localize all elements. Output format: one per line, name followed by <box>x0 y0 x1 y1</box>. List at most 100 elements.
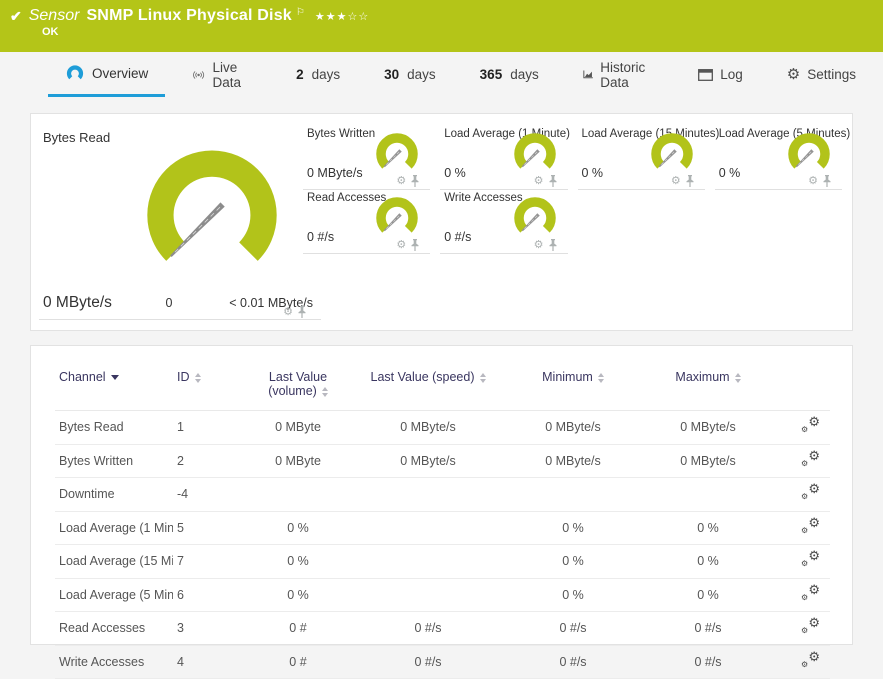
sort-icon <box>321 386 328 397</box>
minimum-value: 0 MByte/s <box>503 410 643 445</box>
minimum-value: 0 #/s <box>503 611 643 646</box>
sort-desc-icon <box>110 375 119 381</box>
column-header-minimum[interactable]: Minimum <box>503 364 643 411</box>
tab-settings[interactable]: ⚙ Settings <box>770 52 873 97</box>
gauge-cell[interactable]: Read Accesses 0 #/s ⚙ <box>303 190 431 254</box>
stars-filled: ★★★ <box>314 10 348 23</box>
channel-name: Load Average (5 Min... <box>55 578 173 612</box>
historic-chart-icon <box>583 70 593 79</box>
last-value-speed: 0 MByte/s <box>353 444 503 478</box>
priority-stars[interactable]: ★★★☆☆ <box>315 10 369 23</box>
pin-gauge-icon[interactable] <box>548 239 558 251</box>
channel-settings-gear-icon[interactable]: ⚙ <box>534 175 544 187</box>
column-header-last-value-speed[interactable]: Last Value (speed) <box>353 364 503 411</box>
small-gauge <box>788 133 830 169</box>
channel-row[interactable]: Read Accesses 3 0 # 0 #/s 0 #/s 0 #/s ⚙ ⚙ <box>55 611 830 646</box>
channel-row[interactable]: Bytes Read 1 0 MByte 0 MByte/s 0 MByte/s… <box>55 410 830 445</box>
last-value-speed: 0 #/s <box>353 611 503 646</box>
gauge-label: Bytes Read <box>43 130 111 145</box>
channel-settings-gear-icon[interactable]: ⚙ <box>534 239 544 251</box>
channel-id: 6 <box>173 578 243 612</box>
channel-row[interactable]: Load Average (5 Min... 6 0 % 0 % 0 % ⚙ ⚙ <box>55 578 830 612</box>
maximum-value: 0 #/s <box>643 611 773 646</box>
channel-settings-icon[interactable]: ⚙ ⚙ <box>801 583 820 602</box>
channel-row[interactable]: Write Accesses 4 0 # 0 #/s 0 #/s 0 #/s ⚙… <box>55 645 830 679</box>
channel-settings-gear-icon[interactable]: ⚙ <box>671 175 681 187</box>
status-badge: OK <box>42 26 59 38</box>
channel-settings-gear-icon[interactable]: ⚙ <box>808 175 818 187</box>
gauge-cell[interactable]: Load Average (5 Minutes) 0 % ⚙ <box>714 126 850 190</box>
channel-settings-gear-icon[interactable]: ⚙ <box>396 175 406 187</box>
column-header-tools <box>773 364 830 411</box>
tab-365-days[interactable]: 365 days <box>463 52 556 97</box>
column-header-id[interactable]: ID <box>173 364 243 411</box>
last-value-speed <box>353 578 503 612</box>
tab-historic-data[interactable]: Historic Data <box>566 52 672 97</box>
tab-30-days[interactable]: 30 days <box>367 52 453 97</box>
maximum-value: 0 #/s <box>643 645 773 679</box>
channel-row[interactable]: Load Average (15 Mi... 7 0 % 0 % 0 % ⚙ ⚙ <box>55 544 830 579</box>
channel-row[interactable]: Load Average (1 Min... 5 0 % 0 % 0 % ⚙ ⚙ <box>55 511 830 545</box>
last-value-volume: 0 MByte <box>243 410 353 445</box>
channel-settings-icon[interactable]: ⚙ ⚙ <box>801 415 820 434</box>
tab-live-data[interactable]: Live Data <box>175 52 269 97</box>
column-header-maximum[interactable]: Maximum <box>643 364 773 411</box>
minimum-value: 0 % <box>503 578 643 612</box>
pin-gauge-icon[interactable] <box>548 175 558 187</box>
last-value-speed <box>353 544 503 579</box>
gauge-cell[interactable]: Load Average (15 Minutes) 0 % ⚙ <box>577 126 719 190</box>
pin-gauge-icon[interactable] <box>410 175 420 187</box>
last-value-speed <box>353 511 503 545</box>
minimum-value <box>503 477 643 512</box>
channel-name: Downtime <box>55 477 173 512</box>
channel-settings-icon[interactable]: ⚙ ⚙ <box>801 650 820 669</box>
channel-settings-icon[interactable]: ⚙ ⚙ <box>801 516 820 535</box>
channel-settings-gear-icon[interactable]: ⚙ <box>396 239 406 251</box>
channel-row[interactable]: Bytes Written 2 0 MByte 0 MByte/s 0 MByt… <box>55 444 830 478</box>
gauge-scale-min: 0 <box>165 296 173 310</box>
gauge-value: 0 % <box>718 166 741 180</box>
last-value-volume: 0 % <box>243 578 353 612</box>
pin-gauge-icon[interactable] <box>410 239 420 251</box>
table-header-row: Channel ID Last Value (volume) Last Valu… <box>55 364 830 411</box>
column-header-last-value-volume[interactable]: Last Value (volume) <box>243 364 353 411</box>
small-gauge <box>513 197 556 233</box>
small-gauge <box>376 197 418 233</box>
last-value-volume: 0 # <box>243 611 353 646</box>
gauge-value: 0 % <box>581 166 604 180</box>
pin-gauge-icon[interactable] <box>822 175 832 187</box>
channel-name: Load Average (15 Mi... <box>55 544 173 579</box>
channel-name: Write Accesses <box>55 645 173 679</box>
tab-log[interactable]: Log <box>681 52 760 97</box>
gauge-cell[interactable]: Write Accesses 0 #/s ⚙ <box>440 190 568 254</box>
gauge-cell-bytes-read[interactable]: Bytes Read 0 < 0.01 MByte/s 0 MByte/s ⚙ <box>39 124 321 320</box>
pin-gauge-icon[interactable] <box>685 175 695 187</box>
channel-settings-icon[interactable]: ⚙ ⚙ <box>801 449 820 468</box>
channel-settings-icon[interactable]: ⚙ ⚙ <box>801 482 820 501</box>
sensor-status-bar: ✔ Sensor SNMP Linux Physical Disk ⚐ ★★★☆… <box>0 0 883 52</box>
last-value-speed: 0 #/s <box>353 645 503 679</box>
minimum-value: 0 % <box>503 544 643 579</box>
channel-settings-gear-icon[interactable]: ⚙ <box>283 306 293 318</box>
primary-gauge <box>147 150 277 261</box>
maximum-value: 0 % <box>643 544 773 579</box>
stars-empty: ☆☆ <box>347 10 370 23</box>
channel-id: 2 <box>173 444 243 478</box>
channel-name: Bytes Read <box>55 410 173 445</box>
ok-checkmark-icon: ✔ <box>10 7 22 24</box>
channels-table-panel: Channel ID Last Value (volume) Last Valu… <box>30 345 853 679</box>
settings-gear-icon: ⚙ <box>786 66 801 83</box>
tab-overview[interactable]: Overview <box>48 52 166 97</box>
channel-row[interactable]: Downtime -4 ⚙ ⚙ <box>55 477 830 512</box>
pin-gauge-icon[interactable] <box>297 306 307 318</box>
gauge-cell[interactable]: Bytes Written 0 MByte/s ⚙ <box>303 126 431 190</box>
channel-id: 4 <box>173 645 243 679</box>
tab-2-days[interactable]: 2 days <box>279 52 357 97</box>
channel-settings-icon[interactable]: ⚙ ⚙ <box>801 549 820 568</box>
column-header-channel[interactable]: Channel <box>55 364 173 411</box>
gauge-value: 0 MByte/s <box>307 166 363 180</box>
last-value-speed <box>353 477 503 512</box>
maximum-value: 0 % <box>643 511 773 545</box>
gauge-cell[interactable]: Load Average (1 Minute) 0 % ⚙ <box>440 126 570 190</box>
flag-icon[interactable]: ⚐ <box>296 7 305 18</box>
